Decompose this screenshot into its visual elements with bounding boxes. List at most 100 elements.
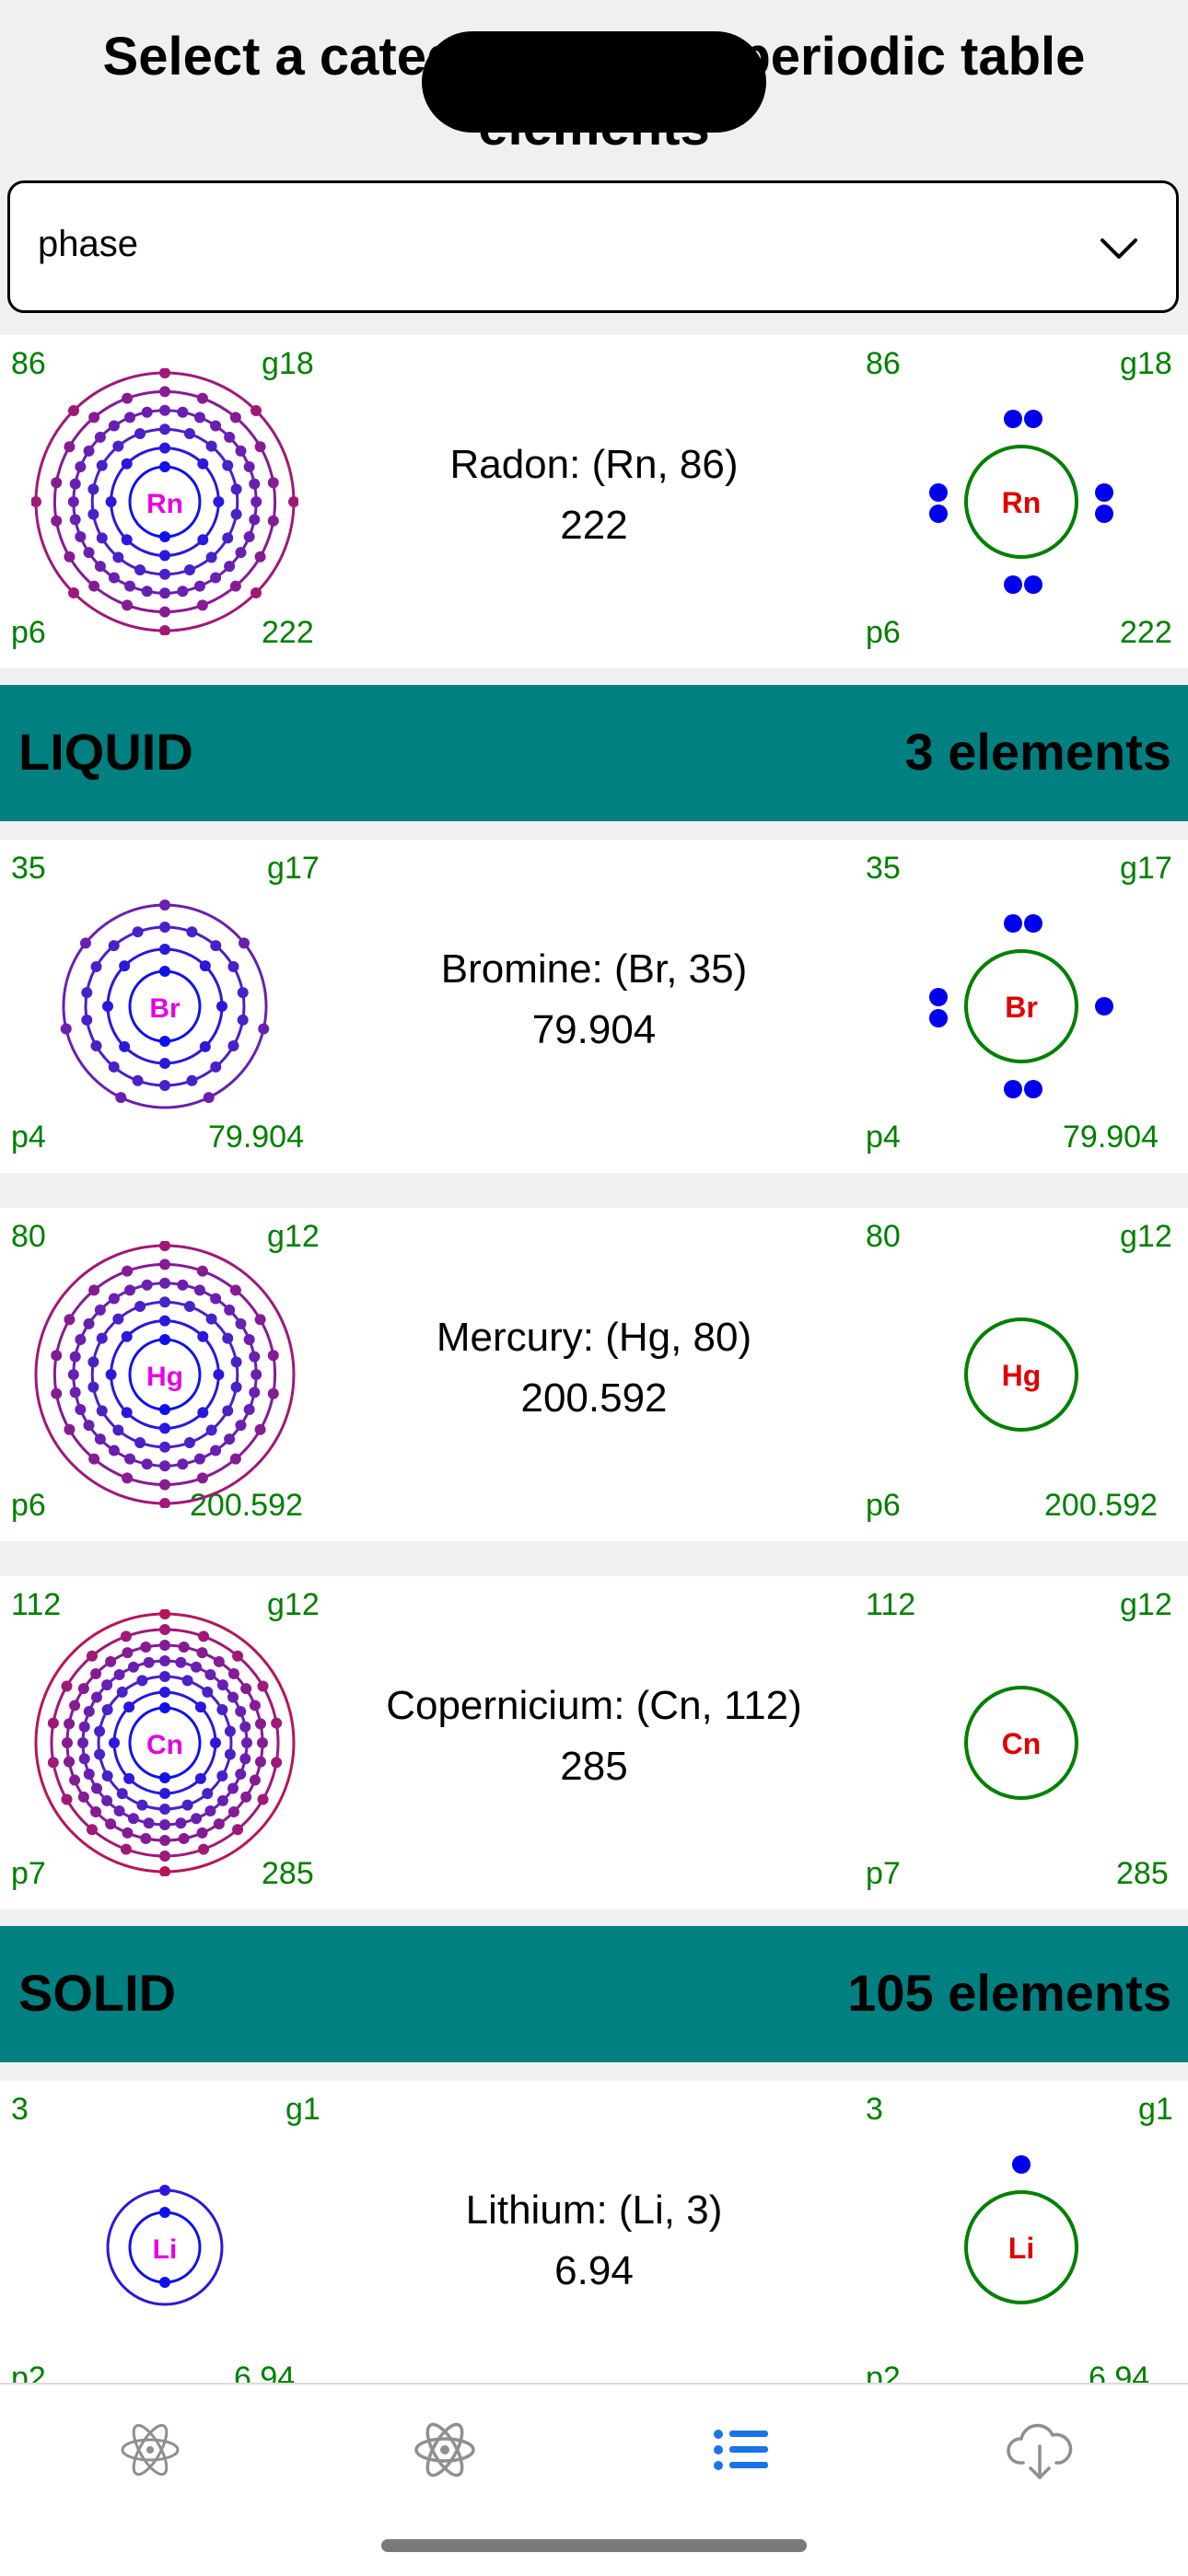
electron-dot — [112, 551, 124, 563]
electron-dot — [193, 580, 205, 592]
electron-dot — [224, 1725, 236, 1737]
electron-dot — [134, 1437, 146, 1449]
electron-dot — [210, 940, 222, 952]
electron-dot — [210, 1445, 222, 1456]
element-row-bromine[interactable]: 35 g17 p4 79.904 Br Bromine: (Br, 35) 79… — [0, 840, 1188, 1173]
atom-icon — [414, 2422, 475, 2477]
electron-dot — [210, 572, 222, 584]
electron-dot — [227, 1782, 239, 1794]
electron-dot — [120, 1630, 132, 1642]
electron-dot — [123, 1701, 135, 1713]
electron-dot — [75, 461, 87, 473]
electron-dot — [61, 1793, 73, 1805]
electron-dot — [230, 483, 242, 495]
electron-dot — [235, 1705, 247, 1717]
element-info: Copernicium: (Cn, 112) 285 — [359, 1676, 829, 1797]
electron-dot — [60, 1023, 72, 1035]
electron-dot — [229, 1453, 241, 1465]
section-count: 105 elements — [847, 1964, 1171, 2022]
element-row-mercury[interactable]: 80 g12 p6 200.592 Hg Mercury: (Hg, 80) 2… — [0, 1208, 1188, 1541]
bohr-model-diagram: Li — [106, 2185, 224, 2306]
lewis-symbol: Rn — [1002, 486, 1042, 519]
electron-dot — [254, 1756, 266, 1768]
electron-dot — [83, 1705, 95, 1717]
electron-dot — [159, 1036, 170, 1047]
electron-dot — [113, 1669, 125, 1680]
electron-dot — [101, 1704, 113, 1715]
electron-dot — [213, 1369, 225, 1380]
electron-dot — [213, 1655, 225, 1667]
tab-atom-outline[interactable] — [99, 2408, 201, 2491]
electron-dot — [175, 1656, 187, 1668]
electron-dot — [94, 1304, 106, 1316]
electron-dot — [159, 1460, 170, 1472]
element-mass: 79.904 — [531, 1007, 657, 1052]
element-row-radon[interactable]: 86 g18 p6 222 Rn Radon: (Rn, 86) 222 86 … — [0, 335, 1188, 668]
electron-dot — [119, 960, 131, 972]
electron-dot — [122, 392, 134, 404]
tab-atom[interactable] — [394, 2408, 495, 2491]
element-row-lithium[interactable]: 3 g1 p2 6.94 Li Lithium: (Li, 3) 6.94 3 … — [0, 2081, 1188, 2383]
electron-dot — [267, 515, 279, 527]
electron-dot — [115, 1092, 127, 1104]
electron-dot — [250, 586, 262, 598]
electron-dot — [77, 1791, 89, 1803]
electron-dot — [159, 1671, 170, 1682]
atomic-number: 3 — [11, 2092, 29, 2127]
electron-dot — [186, 926, 198, 938]
electron-dot — [205, 1313, 217, 1325]
electron-dot — [51, 1350, 63, 1362]
electron-dot — [181, 1799, 193, 1811]
electron-dot — [254, 1718, 266, 1730]
electron-dot — [230, 508, 242, 520]
electron-dot — [199, 1040, 211, 1052]
electron-dot — [69, 1700, 81, 1712]
electron-dot — [113, 1805, 125, 1816]
electron-dot — [210, 1061, 222, 1073]
electron-dot — [196, 392, 208, 404]
electron-dot — [62, 1737, 73, 1748]
electron-dot — [90, 1805, 102, 1817]
electron-dot — [159, 1441, 170, 1453]
electron-dot — [243, 530, 255, 542]
element-list[interactable]: 86 g18 p6 222 Rn Radon: (Rn, 86) 222 86 … — [0, 335, 1188, 2383]
electron-dot — [105, 1818, 117, 1830]
home-indicator — [381, 2539, 807, 2552]
electron-dot — [101, 1679, 113, 1691]
lewis-dot-diagram: Li — [964, 2155, 1078, 2304]
electron-dot — [205, 440, 217, 452]
electron-dot — [159, 966, 170, 977]
electron-dot — [159, 1640, 170, 1651]
electron-dot — [75, 1403, 87, 1415]
electron-dot — [96, 459, 108, 471]
electron-dot — [227, 1040, 239, 1051]
electron-dot — [141, 406, 153, 418]
electron-dot — [159, 404, 170, 416]
electron-dot — [271, 1757, 283, 1769]
electron-dot — [191, 1813, 203, 1825]
lewis-symbol: Br — [1005, 991, 1038, 1024]
electron-dot — [216, 1770, 228, 1781]
electron-dot — [69, 1351, 81, 1363]
electron-dot — [132, 926, 144, 938]
electron-dot — [216, 1679, 228, 1691]
tab-cloud-download[interactable] — [989, 2408, 1090, 2491]
electron-dot — [122, 1647, 134, 1659]
element-info: Radon: (Rn, 86) 222 — [359, 435, 829, 556]
electron-dot — [216, 1794, 228, 1806]
electron-dot — [159, 587, 170, 599]
electron-dot — [249, 478, 261, 490]
electron-dot — [108, 940, 120, 952]
electron-dot — [108, 572, 120, 584]
electron-dot — [177, 586, 189, 598]
tab-list[interactable] — [691, 2408, 792, 2491]
lewis-symbol: Hg — [1002, 1359, 1042, 1392]
electron-dot — [159, 1058, 170, 1069]
electron-dot — [83, 445, 95, 457]
electron-dot — [132, 1074, 144, 1086]
category-select[interactable]: phase — [7, 180, 1179, 313]
bohr-symbol: Hg — [146, 1362, 183, 1392]
electron-dot — [183, 564, 195, 576]
element-row-copernicium[interactable]: 112 g12 p7 285 Cn Copernicium: (Cn, 112)… — [0, 1576, 1188, 1909]
electron-dot — [175, 1817, 187, 1829]
